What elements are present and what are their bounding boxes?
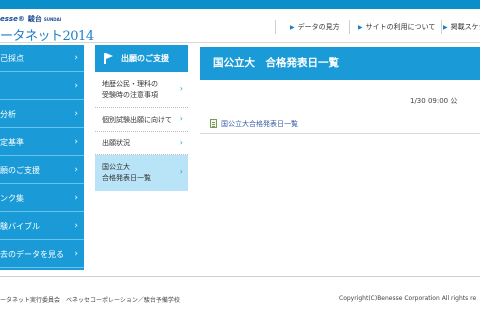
header-divider bbox=[0, 42, 480, 43]
sidebar-item-self-scoring[interactable]: 己採点 › bbox=[0, 45, 84, 72]
chevron-right-icon: › bbox=[179, 114, 183, 123]
chevron-right-icon: › bbox=[179, 138, 183, 147]
arrow-right-icon: ▶ bbox=[290, 24, 295, 31]
utility-separator bbox=[275, 20, 276, 34]
footer-organization: ータネット実行委員会 ベネッセコーポレーション／駿台予備学校 bbox=[0, 297, 180, 304]
sidebar-nav: 己採点 › › 分析 › 定基準 › 願のご支援 › ンク集 › 験バイブル › 去のデータ… bbox=[0, 45, 84, 270]
content-divider bbox=[200, 133, 480, 134]
submenu-item-exam-notes[interactable]: 地歴公民・理科の 受験時の注意事項 › bbox=[95, 72, 188, 108]
link-site-usage[interactable]: ▶ サイトの利用について bbox=[358, 22, 435, 32]
sidebar-item-2[interactable]: › bbox=[0, 73, 84, 100]
chevron-right-icon: › bbox=[74, 221, 78, 231]
logo-brand: esse® bbox=[0, 15, 25, 23]
submenu: 出願のご支援 地歴公民・理科の 受験時の注意事項 › 個別試験出願に向けて › 出… bbox=[95, 45, 188, 191]
chevron-right-icon: › bbox=[74, 249, 78, 259]
logo-brand-line: esse® 駿台 SUNDAI bbox=[0, 14, 61, 24]
sidebar-item-exam-bible[interactable]: 験バイブル › bbox=[0, 213, 84, 240]
chevron-right-icon: › bbox=[179, 84, 183, 93]
footer-copyright: Copyright(C)Benesse Corporation All righ… bbox=[339, 295, 477, 302]
header: esse® 駿台 SUNDAI ータネット2014 ▶ データの見方 ▶ サイトの利用に… bbox=[0, 9, 480, 45]
link-schedule[interactable]: ▶掲載スケジュー bbox=[443, 22, 480, 32]
submenu-title: 出願のご支援 bbox=[95, 45, 188, 72]
footer-divider bbox=[0, 276, 480, 277]
link-data-guide[interactable]: ▶ データの見方 bbox=[290, 22, 340, 32]
sidebar-item-links[interactable]: ンク集 › bbox=[0, 185, 84, 212]
sidebar-item-analysis[interactable]: 分析 › bbox=[0, 101, 84, 128]
submenu-item-individual-exam[interactable]: 個別試験出願に向けて › bbox=[95, 108, 188, 132]
top-accent-bar bbox=[0, 0, 480, 9]
submenu-item-application-status[interactable]: 出願状況 › bbox=[95, 132, 188, 155]
update-timestamp: 1/30 09:00 公 bbox=[410, 97, 458, 105]
sidebar-item-criteria[interactable]: 定基準 › bbox=[0, 129, 84, 156]
chevron-right-icon: › bbox=[74, 109, 78, 119]
logo-sundai: 駿台 bbox=[27, 15, 42, 23]
chevron-right-icon: › bbox=[179, 167, 183, 176]
utility-separator bbox=[349, 20, 350, 34]
chevron-right-icon: › bbox=[74, 53, 78, 63]
page-title: 国公立大 合格発表日一覧 bbox=[200, 47, 480, 80]
submenu-item-announcement-dates[interactable]: 国公立大 合格発表日一覧 › bbox=[95, 155, 188, 191]
arrow-right-icon: ▶ bbox=[443, 24, 448, 31]
chevron-right-icon: › bbox=[74, 81, 78, 91]
document-icon bbox=[210, 119, 217, 128]
sidebar-item-past-data[interactable]: 去のデータを見る › bbox=[0, 241, 84, 268]
flag-icon bbox=[104, 53, 113, 64]
chevron-right-icon: › bbox=[74, 137, 78, 147]
chevron-right-icon: › bbox=[74, 193, 78, 203]
sidebar-item-application-support[interactable]: 願のご支援 › bbox=[0, 157, 84, 184]
chevron-right-icon: › bbox=[74, 165, 78, 175]
arrow-right-icon: ▶ bbox=[358, 24, 363, 31]
utility-separator bbox=[441, 20, 442, 34]
site-logo[interactable]: esse® 駿台 SUNDAI ータネット2014 bbox=[0, 9, 94, 45]
utility-links: ▶データの見方 ▶サイトの利用について ▶掲載スケジュー bbox=[275, 20, 480, 34]
logo-sundai-en: SUNDAI bbox=[43, 17, 62, 22]
